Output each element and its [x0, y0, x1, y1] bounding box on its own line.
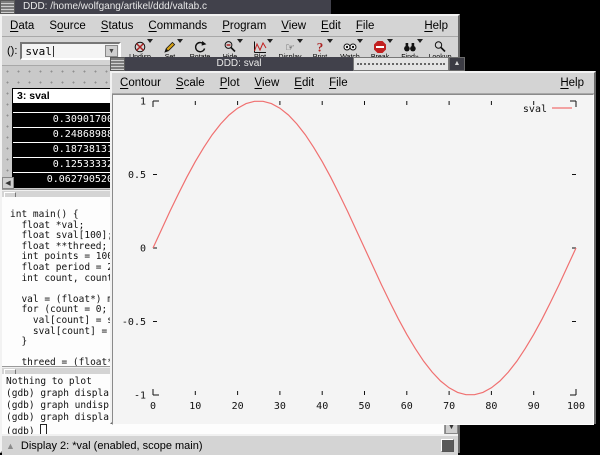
dropdown-menu-icon[interactable]	[297, 39, 303, 43]
main-menu-item[interactable]: Commands	[148, 20, 207, 32]
status-indicator-icon[interactable]: ▲	[6, 441, 15, 451]
window-menu-button[interactable]	[110, 57, 125, 71]
plot-canvas[interactable]: 0 10 20 30 40 50 60 70 80 90 100 -1 -0.5 0 0.5 1 sval	[112, 94, 594, 425]
find-binoculars-icon	[403, 40, 417, 54]
y-tick-label: 1	[140, 97, 146, 108]
plot-menu-item[interactable]: Edit	[294, 77, 314, 89]
sval-curve	[153, 101, 576, 394]
canvas-scroll-left-icon[interactable]: ◀	[2, 177, 14, 189]
titlebar-resize-strip[interactable]	[353, 57, 449, 71]
dropdown-menu-icon[interactable]	[327, 39, 333, 43]
window-menu-button[interactable]	[0, 0, 15, 14]
sine-plot: 0 10 20 30 40 50 60 70 80 90 100 -1 -0.5 0 0.5 1 sval	[113, 95, 595, 424]
svg-text:☞: ☞	[285, 42, 295, 54]
ddd-plot-window: DDD: sval ▲ Contour Scale Plot View Edit…	[110, 57, 596, 424]
x-tick-label: 20	[232, 401, 244, 412]
plot-window-title: DDD: sval	[125, 57, 353, 71]
y-tick-label: -0.5	[122, 317, 146, 328]
set-pencil-icon	[163, 40, 177, 54]
status-bar: ▲ Display 2: *val (enabled, scope main)	[2, 434, 458, 455]
x-tick-label: 10	[189, 401, 201, 412]
main-menubar: Data Source Status Commands Program View…	[2, 16, 458, 37]
dropdown-menu-icon[interactable]	[237, 39, 243, 43]
x-tick-label: 90	[528, 401, 540, 412]
plot-menubar: Contour Scale Plot View Edit File Help	[112, 73, 594, 94]
main-menu-item[interactable]: File	[356, 20, 375, 32]
plot-menu-item[interactable]: Plot	[220, 77, 240, 89]
plot-menu-help[interactable]: Help	[560, 77, 584, 89]
maximize-button[interactable]: ▲	[449, 57, 465, 71]
main-window-title: DDD: /home/wolfgang/artikel/ddd/valtab.c	[15, 0, 331, 14]
plot-graph-icon	[253, 40, 267, 54]
titlebar-filler	[331, 0, 460, 14]
data-display-value: 0.187381312	[13, 143, 119, 157]
x-tick-label: 60	[401, 401, 413, 412]
main-menu-item[interactable]: Source	[49, 20, 85, 32]
x-tick-label: 30	[274, 401, 286, 412]
break-stopsign-icon	[373, 40, 387, 54]
main-menu-item[interactable]: Status	[101, 20, 134, 32]
plot-menu-item[interactable]: Scale	[176, 77, 205, 89]
plot-menu-item[interactable]: View	[255, 77, 280, 89]
dropdown-menu-icon[interactable]	[387, 39, 393, 43]
argument-value: sval	[22, 45, 52, 58]
main-menu-item[interactable]: Program	[222, 20, 266, 32]
dropdown-menu-icon[interactable]	[267, 39, 273, 43]
data-display-value: 0.0627905205	[13, 173, 119, 187]
argument-label: ():	[7, 45, 17, 57]
text-caret	[53, 46, 54, 57]
plot-menu-item[interactable]: File	[329, 77, 348, 89]
argument-dropdown-icon[interactable]: ▼	[105, 45, 118, 57]
print-question-icon: ?	[313, 40, 327, 54]
x-tick-label: 80	[485, 401, 497, 412]
plot-menu-item[interactable]: Contour	[120, 77, 161, 89]
lookup-magnifier-icon	[433, 40, 447, 54]
main-titlebar[interactable]: DDD: /home/wolfgang/artikel/ddd/valtab.c	[0, 0, 460, 14]
data-display-value: 0.248689885	[13, 128, 119, 142]
y-tick-label: -1	[134, 391, 146, 402]
resize-grip[interactable]	[441, 439, 454, 452]
dropdown-menu-icon[interactable]	[417, 39, 423, 43]
main-menu-item[interactable]: View	[281, 20, 306, 32]
dropdown-menu-icon[interactable]	[177, 39, 183, 43]
legend-label: sval	[523, 104, 547, 115]
console-line[interactable]: (gdb)	[6, 424, 444, 434]
argument-field[interactable]: sval ▼	[20, 42, 121, 60]
main-menu-item[interactable]: Edit	[321, 20, 341, 32]
rotate-arrow-icon	[193, 40, 207, 54]
dropdown-menu-icon[interactable]	[147, 39, 153, 43]
main-menu-help[interactable]: Help	[424, 20, 448, 32]
desktop: { "main_window": { "title": "DDD: /home/…	[0, 0, 600, 454]
data-display-value: 0.125333323	[13, 158, 119, 172]
x-tick-label: 40	[316, 401, 328, 412]
data-display-value: 0.309017003	[13, 113, 119, 127]
display-hand-icon: ☞	[283, 40, 297, 54]
x-tick-label: 50	[358, 401, 370, 412]
hide-magnifier-minus-icon	[223, 40, 237, 54]
watch-eyes-icon	[343, 40, 357, 54]
console-cursor	[40, 424, 47, 434]
status-text: Display 2: *val (enabled, scope main)	[21, 440, 203, 452]
y-tick-label: 0.5	[128, 170, 146, 181]
plot-titlebar[interactable]: DDD: sval ▲	[110, 57, 596, 71]
main-menu-item[interactable]: Data	[10, 20, 34, 32]
svg-text:?: ?	[317, 40, 324, 54]
y-tick-label: 0	[140, 244, 146, 255]
undisplay-cross-icon	[133, 40, 147, 54]
x-tick-label: 100	[567, 401, 585, 412]
dropdown-menu-icon[interactable]	[357, 39, 363, 43]
x-tick-label: 0	[150, 401, 156, 412]
x-tick-label: 70	[443, 401, 455, 412]
